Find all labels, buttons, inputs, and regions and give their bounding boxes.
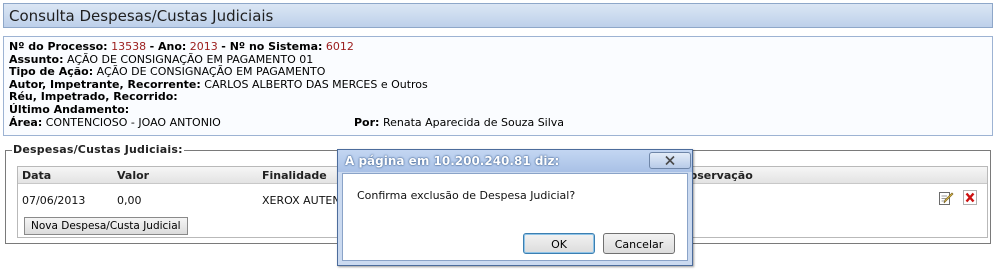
- process-number-label: Nº do Processo:: [9, 40, 108, 53]
- column-header-valor[interactable]: Valor: [117, 169, 149, 182]
- area-label: Área:: [9, 115, 43, 129]
- process-number: 13538: [111, 40, 147, 53]
- despesas-legend: Despesas/Custas Judiciais:: [12, 143, 184, 156]
- dialog-body: Confirma exclusão de Despesa Judicial? O…: [342, 173, 688, 261]
- year-value: 2013: [189, 40, 218, 53]
- reu-line: Réu, Impetrado, Recorrido:: [9, 91, 992, 104]
- ok-button[interactable]: OK: [523, 233, 595, 254]
- new-despesa-button[interactable]: Nova Despesa/Custa Judicial: [24, 217, 188, 235]
- year-label: Ano:: [157, 40, 187, 53]
- cancel-button[interactable]: Cancelar: [603, 233, 675, 254]
- por-value: Renata Aparecida de Souza Silva: [382, 116, 565, 129]
- por-line: Por: Renata Aparecida de Souza Silva: [354, 116, 565, 130]
- row-data: 07/06/2013: [22, 194, 86, 207]
- por-label: Por:: [354, 116, 380, 129]
- dialog-message: Confirma exclusão de Despesa Judicial?: [357, 189, 576, 202]
- delete-icon[interactable]: [963, 190, 977, 205]
- system-number: 6012: [325, 40, 354, 53]
- close-icon: [665, 155, 675, 166]
- andamento-label: Último Andamento:: [9, 102, 130, 116]
- assunto-value: AÇÃO DE CONSIGNAÇÃO EM PAGAMENTO 01: [66, 52, 314, 66]
- page-title-bar: Consulta Despesas/Custas Judiciais: [3, 3, 993, 28]
- row-valor: 0,00: [117, 194, 142, 207]
- assunto-label: Assunto:: [9, 52, 64, 66]
- reu-label: Réu, Impetrado, Recorrido:: [9, 90, 178, 104]
- page-title: Consulta Despesas/Custas Judiciais: [9, 7, 274, 25]
- column-header-data[interactable]: Data: [22, 169, 51, 182]
- tipo-acao-label: Tipo de Ação:: [9, 65, 94, 79]
- row-finalidade: XEROX AUTEN: [262, 194, 341, 207]
- area-value: CONTENCIOSO - JOAO ANTONIO: [45, 115, 221, 129]
- system-number-label: Nº no Sistema:: [229, 40, 323, 53]
- confirm-dialog: A página em 10.200.240.81 diz: Confirma …: [337, 149, 693, 266]
- tipo-acao-value: AÇÃO DE CONSIGNAÇÃO EM PAGAMENTO: [96, 65, 326, 79]
- dialog-close-button[interactable]: [649, 152, 691, 169]
- column-header-finalidade[interactable]: Finalidade: [262, 169, 327, 182]
- autor-label: Autor, Impetrante, Recorrente:: [9, 77, 201, 91]
- edit-icon[interactable]: [938, 190, 954, 206]
- dialog-title: A página em 10.200.240.81 diz:: [345, 154, 560, 168]
- autor-value: CARLOS ALBERTO DAS MERCES e Outros: [204, 77, 428, 91]
- process-info-panel: Nº do Processo: 13538 - Ano: 2013 - Nº n…: [3, 36, 993, 136]
- dialog-title-bar: A página em 10.200.240.81 diz:: [338, 150, 692, 172]
